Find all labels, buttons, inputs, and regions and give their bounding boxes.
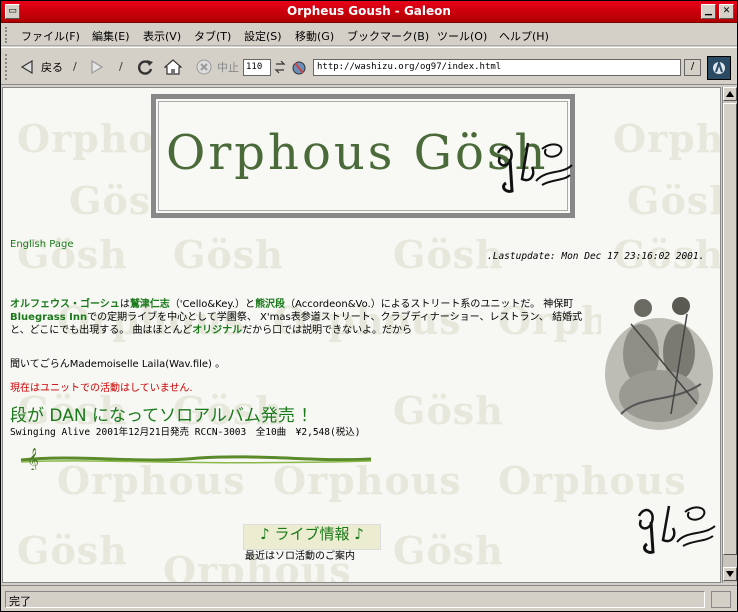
menubar-grip[interactable] [5, 27, 11, 43]
go-button[interactable]: / [684, 59, 701, 76]
minimize-button[interactable]: ▁ [701, 4, 716, 19]
arrow-down-icon [726, 571, 734, 577]
member-kumazawa: 熊沢段 [255, 299, 286, 310]
status-text: 完了 [5, 591, 705, 608]
scroll-down-button[interactable] [723, 567, 737, 581]
home-button[interactable] [164, 56, 182, 78]
home-icon [164, 59, 182, 75]
zoom-arrows-icon [274, 60, 286, 74]
menu-file[interactable]: ファイル(F) [21, 28, 80, 44]
watermark-text: Orphous [613, 116, 720, 161]
menu-bar: ファイル(F) 編集(E) 表示(V) タブ(T) 設定(S) 移動(G) ブッ… [1, 24, 737, 46]
zoom-spinner[interactable] [274, 56, 286, 78]
site-banner: Orphous Gösh [151, 94, 575, 218]
english-page-link[interactable]: English Page [10, 238, 74, 251]
venue-link[interactable]: Bluegrass Inn [10, 312, 87, 323]
forward-arrow-icon [91, 59, 104, 75]
live-info-subtitle: 最近はソロ活動のご案内 [245, 551, 355, 562]
band-photo [601, 284, 717, 432]
decorative-divider: 𝄞 [20, 448, 372, 470]
activity-notice: 現在はユニットでの活動はしていません. [10, 383, 193, 394]
menu-help[interactable]: ヘルプ(H) [499, 28, 549, 44]
back-label: 戻る [41, 61, 63, 74]
live-info-box[interactable]: ♪ ライブ情報 ♪ [243, 524, 381, 550]
musician-doodle-bottom-icon [637, 505, 716, 554]
watermark-text: Gösh [17, 528, 128, 573]
album-info: Swinging Alive 2001年12月21日発売 RCCN-3003 全… [10, 427, 361, 438]
forward-button[interactable] [89, 56, 105, 78]
scrollbar-thumb[interactable] [723, 103, 737, 555]
menu-edit[interactable]: 編集(E) [92, 28, 130, 44]
listen-link[interactable]: 聞いてごらんMademoiselle Laila(Wav.file) 。 [10, 358, 225, 371]
menu-tab[interactable]: タブ(T) [194, 28, 231, 44]
window-title: Orpheus Goush - Galeon [287, 4, 451, 18]
menu-bookmarks[interactable]: ブックマーク(B) [347, 28, 429, 44]
globe-icon [292, 61, 306, 75]
close-button[interactable]: ✕ [719, 4, 734, 19]
watermark-text: Gösh [393, 528, 504, 573]
page-content[interactable]: Orphous Orphous Gösh Gösh Gösh Gösh Gösh… [2, 87, 721, 583]
musician-doodle-icon [496, 142, 573, 193]
arrow-up-icon [726, 91, 734, 97]
activity-throbber-icon [707, 56, 731, 80]
site-icon-button[interactable] [291, 56, 307, 78]
intro-paragraph: オルフェウス・ゴーシュは鷲津仁志（'Cello&Key.）と熊沢段（Accord… [10, 299, 583, 336]
group-name: オルフェウス・ゴーシュ [10, 299, 120, 310]
vertical-scrollbar[interactable] [722, 87, 737, 583]
reload-icon [138, 60, 153, 75]
stop-label: 中止 [217, 61, 239, 74]
zoom-input[interactable]: 110 [243, 59, 271, 76]
browser-window: ▭ Orpheus Goush - Galeon ▁ ✕ ファイル(F) 編集(… [0, 0, 738, 612]
watermark-text: Orphous [498, 458, 687, 503]
back-button[interactable]: 戻る [19, 56, 63, 78]
last-update-text: .Lastupdate: Mon Dec 17 23:16:02 2001. [487, 251, 705, 262]
reload-button[interactable] [136, 56, 154, 78]
scroll-up-button[interactable] [723, 87, 737, 101]
navigation-toolbar: 戻る / / 中止 110 http://washizu.org/og97/in… [1, 47, 737, 85]
watermark-text: Gösh [627, 178, 720, 223]
stop-button[interactable]: 中止 [196, 56, 239, 78]
back-arrow-icon [20, 59, 33, 75]
status-bar: 完了 [1, 585, 737, 611]
resize-grip[interactable] [711, 591, 731, 608]
live-info-title[interactable]: ♪ ライブ情報 ♪ [244, 525, 380, 543]
toolbar-grip[interactable] [5, 54, 11, 80]
menu-go[interactable]: 移動(G) [295, 28, 334, 44]
watermark-text: Gösh [393, 388, 504, 433]
stop-icon [196, 59, 212, 75]
svg-text:𝄞: 𝄞 [27, 448, 39, 470]
menu-tools[interactable]: ツール(O) [437, 28, 487, 44]
forward-menu-arrow[interactable]: / [119, 60, 123, 73]
member-washizu: 鷲津仁志 [129, 299, 170, 310]
album-headline[interactable]: 段が DAN になってソロアルバム発売 ！ [10, 406, 317, 426]
menu-view[interactable]: 表示(V) [143, 28, 181, 44]
url-input[interactable]: http://washizu.org/og97/index.html [313, 59, 681, 76]
menu-settings[interactable]: 設定(S) [244, 28, 282, 44]
original-link[interactable]: オリジナル [192, 325, 242, 336]
watermark-text: Gösh [173, 232, 284, 277]
back-menu-arrow[interactable]: / [73, 60, 77, 73]
title-bar[interactable]: ▭ Orpheus Goush - Galeon ▁ ✕ [1, 1, 737, 23]
